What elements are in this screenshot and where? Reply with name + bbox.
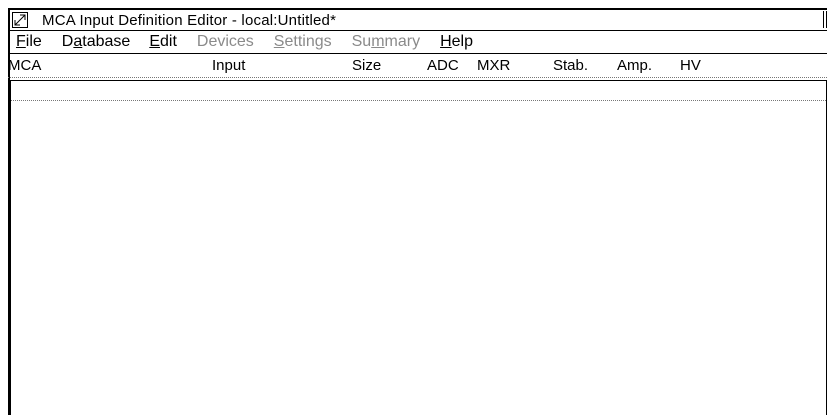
- maximize-button[interactable]: [823, 11, 827, 28]
- resize-icon[interactable]: [12, 12, 28, 28]
- column-mca[interactable]: MCA: [8, 57, 41, 74]
- column-input[interactable]: Input: [212, 57, 245, 74]
- header-divider: [8, 77, 827, 78]
- menu-database[interactable]: Database: [62, 33, 131, 51]
- menu-edit[interactable]: Edit: [149, 33, 177, 51]
- column-hv[interactable]: HV: [680, 57, 701, 74]
- column-adc[interactable]: ADC: [427, 57, 459, 74]
- column-stab[interactable]: Stab.: [553, 57, 588, 74]
- menu-summary[interactable]: Summary: [352, 33, 420, 51]
- column-mxr[interactable]: MXR: [477, 57, 510, 74]
- menu-bar: File Database Edit Devices Settings Summ…: [10, 31, 827, 53]
- mca-input-list[interactable]: [10, 80, 827, 415]
- list-row-divider: [11, 100, 826, 101]
- title-bar[interactable]: MCA Input Definition Editor - local:Unti…: [10, 10, 827, 31]
- column-size[interactable]: Size: [352, 57, 381, 74]
- main-window: MCA Input Definition Editor - local:Unti…: [8, 8, 827, 415]
- resize-arrow-icon: [14, 14, 26, 26]
- menu-help[interactable]: Help: [440, 33, 473, 51]
- column-amp[interactable]: Amp.: [617, 57, 652, 74]
- menu-file[interactable]: File: [16, 33, 42, 51]
- menu-settings[interactable]: Settings: [274, 33, 332, 51]
- menu-devices[interactable]: Devices: [197, 33, 254, 51]
- column-header: MCA Input Size ADC MXR Stab. Amp. HV: [8, 55, 827, 75]
- window-title: MCA Input Definition Editor - local:Unti…: [42, 11, 337, 29]
- menu-separator: [8, 53, 827, 54]
